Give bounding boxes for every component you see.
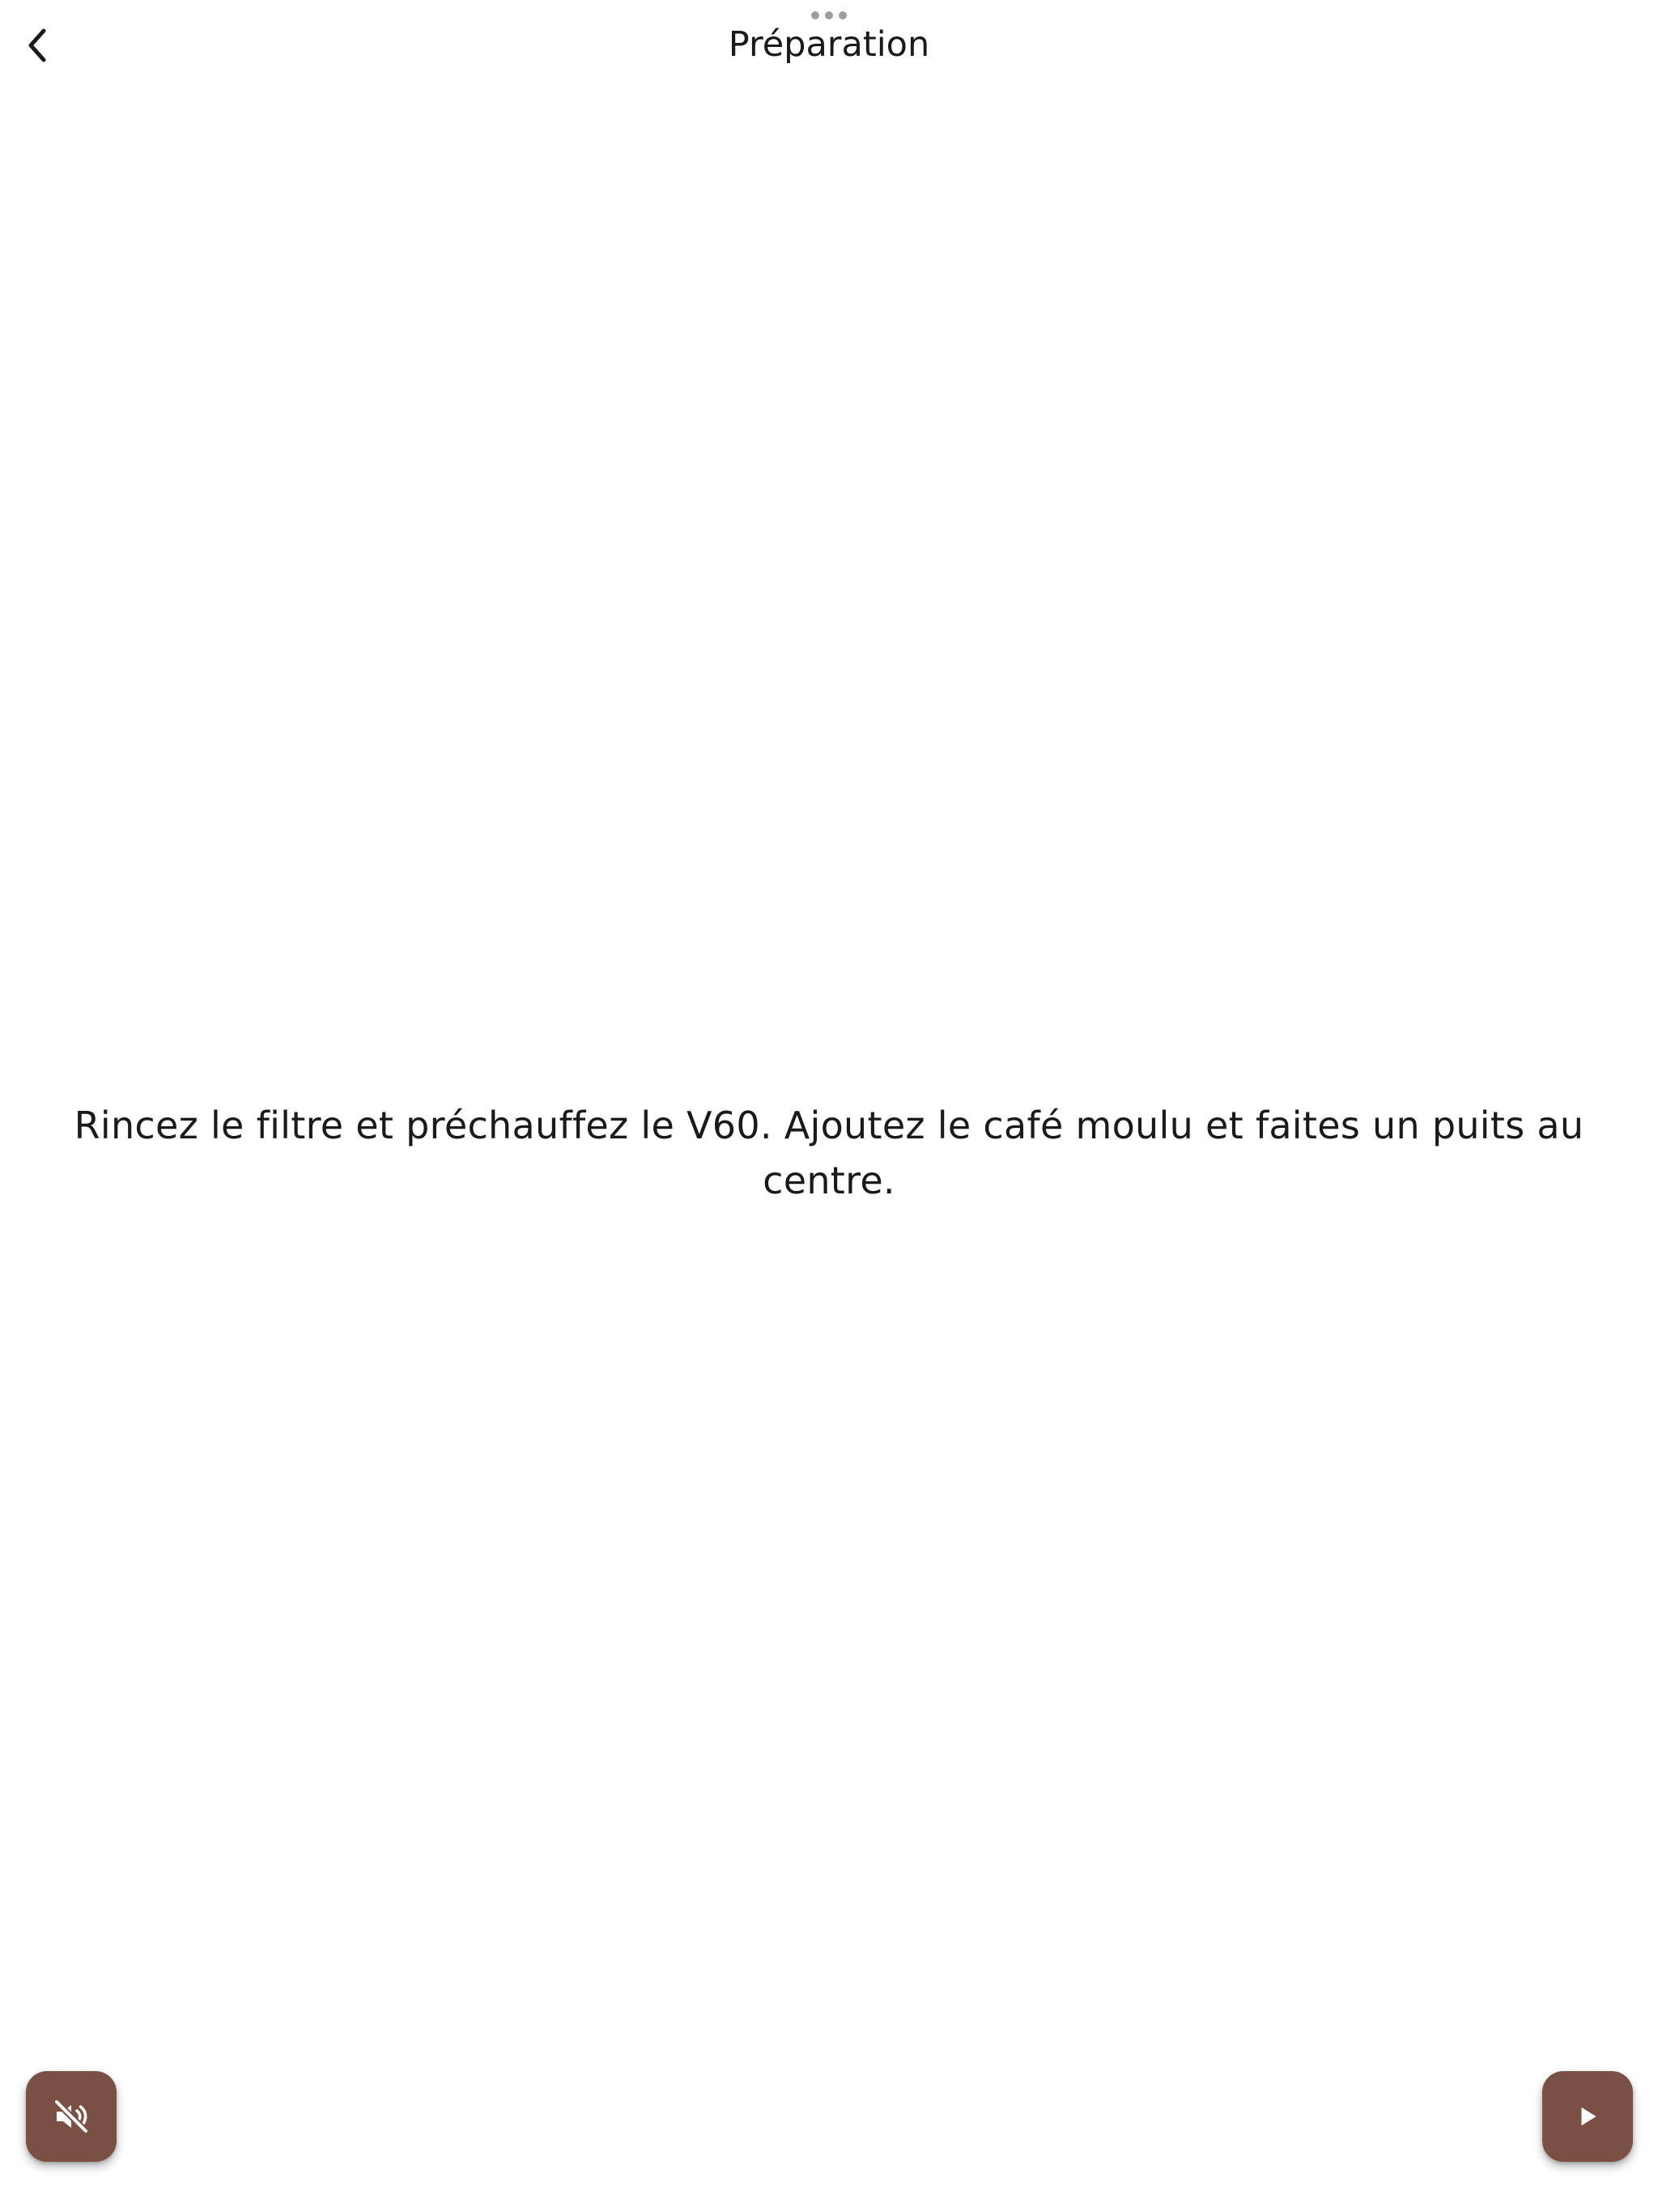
navigation-bar: Préparation [0, 0, 1658, 91]
volume-off-icon [53, 2099, 89, 2134]
step-instruction: Rincez le filtre et préchauffez le V60. … [74, 1104, 1584, 1202]
play-button[interactable] [1542, 2071, 1633, 2162]
mute-button[interactable] [26, 2071, 117, 2162]
page-title: Préparation [728, 24, 930, 65]
play-icon [1581, 2107, 1596, 2126]
